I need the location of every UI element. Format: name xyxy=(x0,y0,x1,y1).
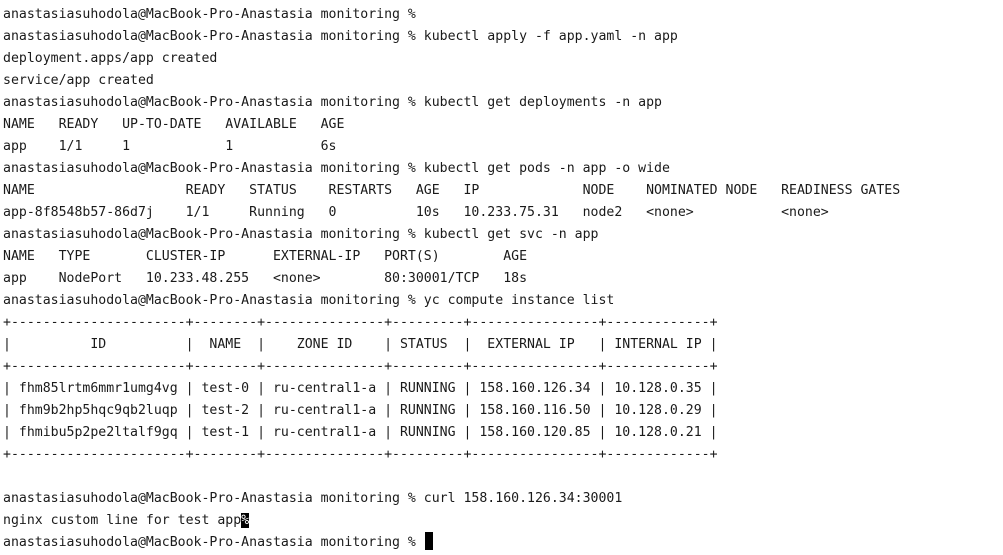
terminal-line: +----------------------+--------+-------… xyxy=(3,359,718,374)
terminal-line: anastasiasuhodola@MacBook-Pro-Anastasia … xyxy=(3,491,623,506)
terminal-line: app NodePort 10.233.48.255 <none> 80:300… xyxy=(3,271,528,286)
terminal-output: anastasiasuhodola@MacBook-Pro-Anastasia … xyxy=(3,4,1003,510)
terminal-line: | fhm85lrtm6mmr1umg4vg | test-0 | ru-cen… xyxy=(3,381,718,396)
terminal-line: anastasiasuhodola@MacBook-Pro-Anastasia … xyxy=(3,7,416,22)
terminal-line: anastasiasuhodola@MacBook-Pro-Anastasia … xyxy=(3,29,678,44)
terminal-line: anastasiasuhodola@MacBook-Pro-Anastasia … xyxy=(3,161,670,176)
terminal-line: NAME READY STATUS RESTARTS AGE IP NODE N… xyxy=(3,183,901,198)
terminal-line: +----------------------+--------+-------… xyxy=(3,315,718,330)
terminal-line: NAME READY UP-TO-DATE AVAILABLE AGE xyxy=(3,117,345,132)
text-cursor xyxy=(424,532,433,550)
terminal-line: service/app created xyxy=(3,73,154,88)
terminal-line: anastasiasuhodola@MacBook-Pro-Anastasia … xyxy=(3,227,599,242)
terminal-line: | ID | NAME | ZONE ID | STATUS | EXTERNA… xyxy=(3,337,718,352)
terminal-line: | fhmibu5p2pe2ltalf9gq | test-1 | ru-cen… xyxy=(3,425,718,440)
terminal-line: | fhm9b2hp5hqc9qb2luqp | test-2 | ru-cen… xyxy=(3,403,718,418)
prompt-line[interactable]: anastasiasuhodola@MacBook-Pro-Anastasia … xyxy=(3,532,1003,554)
eof-marker: % xyxy=(241,513,250,528)
prompt-text: anastasiasuhodola@MacBook-Pro-Anastasia … xyxy=(3,535,424,550)
terminal-line: deployment.apps/app created xyxy=(3,51,218,66)
curl-output-line: nginx custom line for test app% xyxy=(3,510,1003,532)
terminal-line: anastasiasuhodola@MacBook-Pro-Anastasia … xyxy=(3,95,662,110)
terminal-line: +----------------------+--------+-------… xyxy=(3,447,718,462)
curl-output-text: nginx custom line for test app xyxy=(3,513,242,528)
terminal-line: NAME TYPE CLUSTER-IP EXTERNAL-IP PORT(S)… xyxy=(3,249,528,264)
terminal-window[interactable]: anastasiasuhodola@MacBook-Pro-Anastasia … xyxy=(0,0,1003,555)
terminal-line: anastasiasuhodola@MacBook-Pro-Anastasia … xyxy=(3,293,615,308)
terminal-line: app 1/1 1 1 6s xyxy=(3,139,337,154)
terminal-line: app-8f8548b57-86d7j 1/1 Running 0 10s 10… xyxy=(3,205,829,220)
